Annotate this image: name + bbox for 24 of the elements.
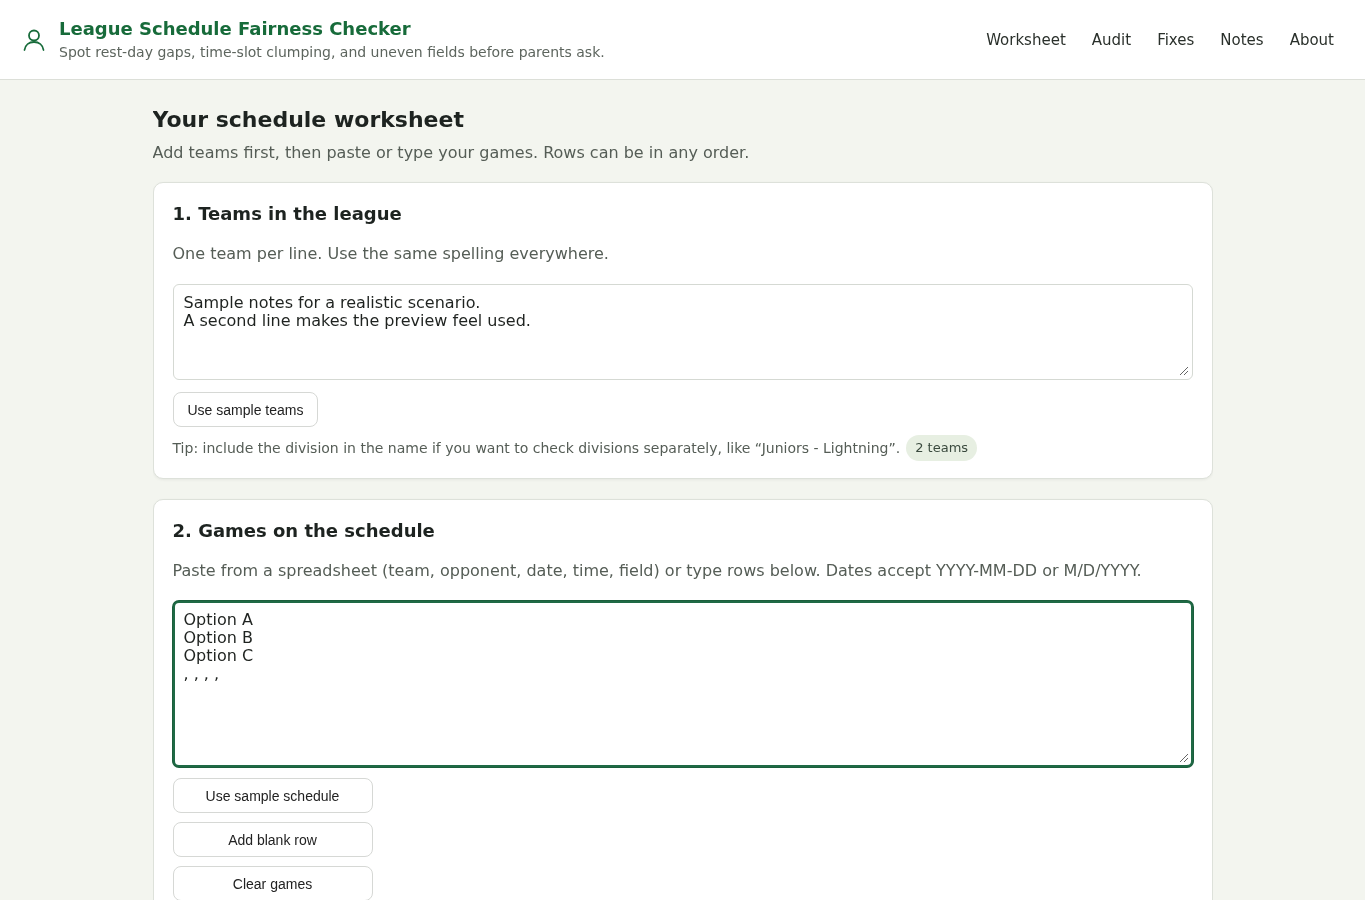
nav-link[interactable]: Notes [1220, 30, 1264, 49]
section-heading: 2. Games on the schedule [172, 519, 436, 543]
resize-grip-icon[interactable] [1179, 367, 1188, 375]
section-description: Paste from a spreadsheet (team, opponent, date, time, field) or type rows below. Dates accept YYYY-MM-DD or M/D/YYYY. [172, 560, 1143, 582]
tip-text: Tip: include the division in the name if you want to check divisions separately, like “Juniors - Lightning”. [172, 439, 901, 458]
nav-link[interactable]: Fixes [1157, 30, 1195, 49]
user-icon [23, 28, 45, 51]
app-subtitle: Spot rest-day gaps, time-slot clumping, and uneven fields before parents ask. [59, 43, 605, 62]
nav-link[interactable]: Worksheet [986, 30, 1066, 49]
page-intro: Add teams first, then paste or type your games. Rows can be in any order. [152, 142, 751, 164]
action-button[interactable]: Add blank row [172, 822, 373, 857]
section-heading: 1. Teams in the league [172, 202, 403, 226]
app-title: League Schedule Fairness Checker [59, 17, 412, 41]
action-button[interactable]: Use sample schedule [172, 778, 373, 813]
section-description: One team per line. Use the same spelling everywhere. [172, 243, 610, 265]
count-pill: 2 teams [906, 435, 978, 461]
nav-link[interactable]: Audit [1091, 30, 1132, 49]
action-button[interactable]: Clear games [172, 866, 373, 900]
resize-grip-icon[interactable] [1179, 754, 1188, 762]
nav-link[interactable]: About [1289, 30, 1334, 49]
text-area[interactable]: Sample notes for a realistic scenario. A second line makes the preview feel used. [172, 284, 1193, 380]
page-heading: Your schedule worksheet [152, 106, 465, 134]
text-area[interactable]: Option A Option B Option C , , , , [172, 601, 1193, 767]
action-button[interactable]: Use sample teams [172, 392, 319, 427]
